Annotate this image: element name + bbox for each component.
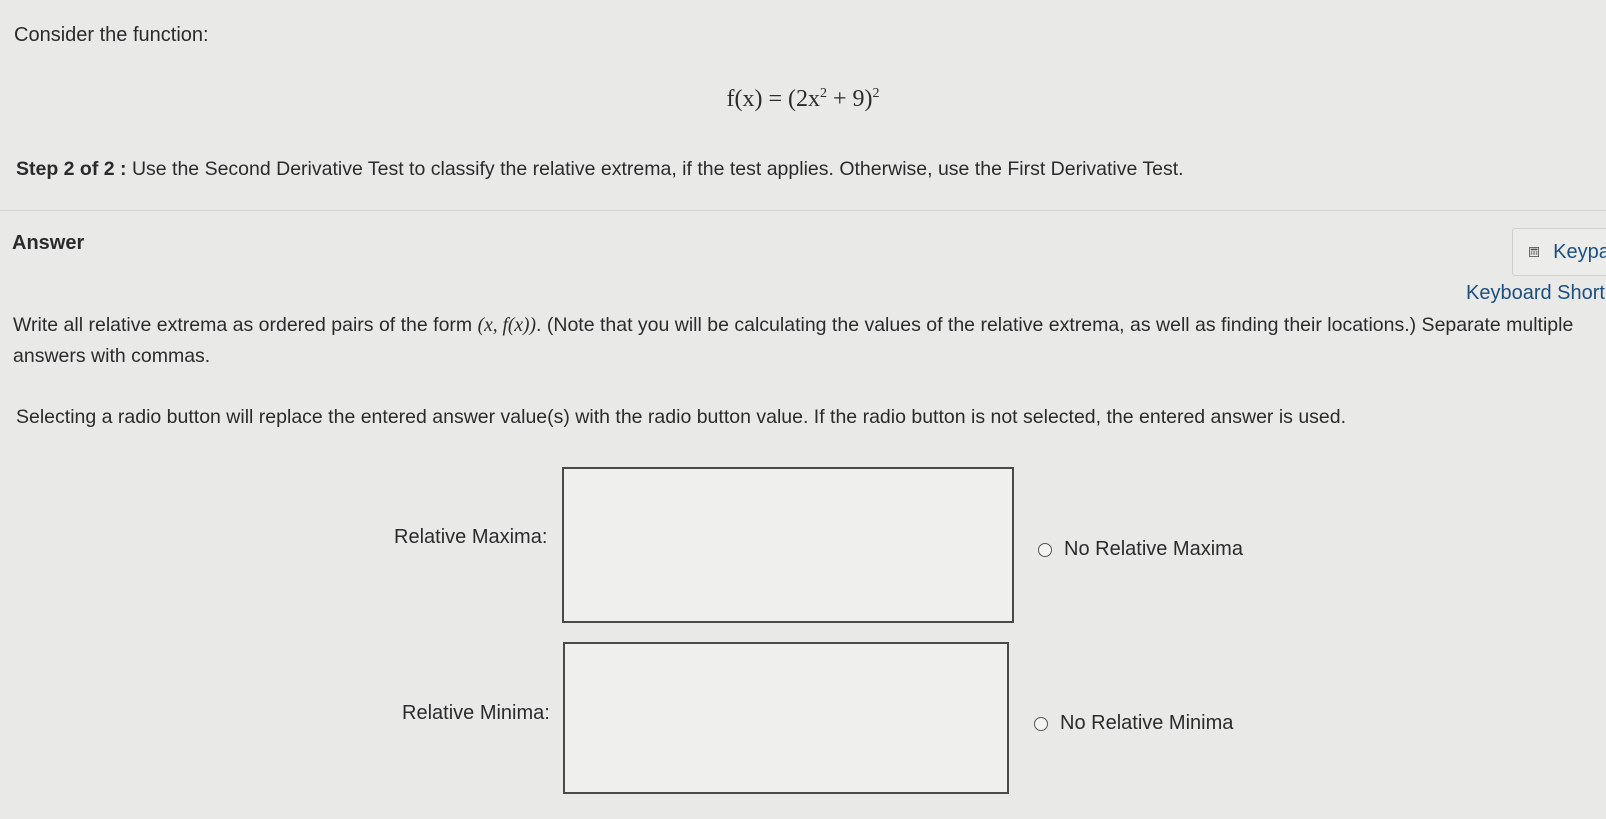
- keypad-label: Keypad: [1553, 240, 1606, 263]
- ordered-pair-form: (x, f(x)): [477, 315, 537, 336]
- relative-maxima-input[interactable]: [564, 469, 1012, 621]
- relative-maxima-label: Relative Maxima:: [394, 526, 548, 548]
- keyboard-shortcuts-link[interactable]: Keyboard Shortcuts: [1466, 282, 1606, 305]
- radio-circle-icon[interactable]: [1038, 542, 1052, 557]
- answer-heading: Answer: [12, 232, 85, 254]
- function-outer-exponent: 2: [872, 86, 880, 101]
- relative-maxima-input-box[interactable]: [562, 467, 1014, 623]
- step-instruction: Step 2 of 2 : Use the Second Derivative …: [16, 158, 1184, 181]
- section-divider: [0, 210, 1606, 211]
- instructions-part1: Write all relative extrema as ordered pa…: [13, 314, 478, 336]
- relative-minima-input[interactable]: [565, 644, 1007, 792]
- function-inner-exponent: 2: [819, 86, 827, 101]
- keypad-icon: [1529, 247, 1540, 257]
- no-relative-minima-radio[interactable]: No Relative Minima: [1034, 712, 1233, 735]
- relative-minima-label: Relative Minima:: [402, 702, 550, 724]
- function-lhs: f(x) =: [726, 86, 788, 112]
- radio-circle-icon[interactable]: [1034, 716, 1048, 731]
- step-label: Step 2 of 2 :: [16, 158, 127, 180]
- no-relative-maxima-radio[interactable]: No Relative Maxima: [1038, 538, 1243, 561]
- no-relative-maxima-label: No Relative Maxima: [1064, 538, 1243, 560]
- answer-instructions: Write all relative extrema as ordered pa…: [13, 310, 1603, 371]
- step-text: Use the Second Derivative Test to classi…: [126, 158, 1184, 180]
- relative-minima-input-box[interactable]: [563, 642, 1009, 794]
- keypad-button[interactable]: Keypad: [1512, 228, 1606, 276]
- function-formula: f(x) = (2x2 + 9)2: [0, 86, 1606, 113]
- question-prompt: Consider the function:: [14, 24, 209, 46]
- no-relative-minima-label: No Relative Minima: [1060, 712, 1234, 734]
- radio-button-note: Selecting a radio button will replace th…: [16, 406, 1347, 428]
- function-base: (2x: [787, 86, 820, 112]
- function-inner-rest: + 9): [826, 86, 873, 112]
